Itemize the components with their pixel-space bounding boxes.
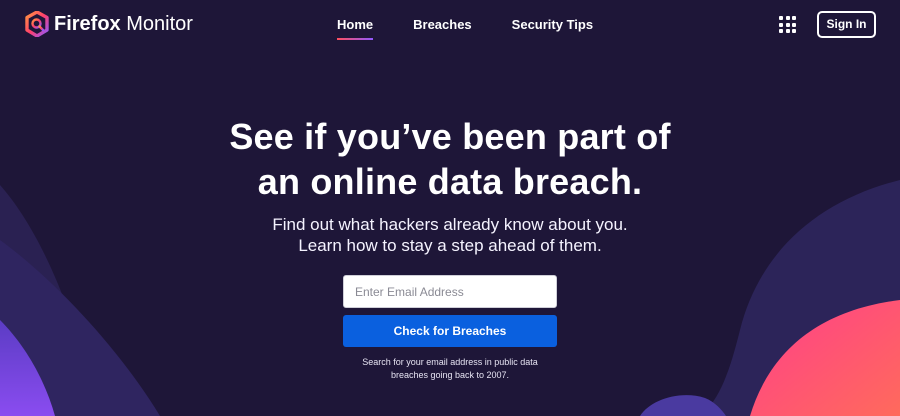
grid-icon[interactable] — [779, 16, 796, 33]
top-nav-bar: Firefox Monitor Home Breaches Security T… — [0, 0, 900, 50]
hero-headline: See if you’ve been part of an online dat… — [0, 114, 900, 204]
sign-in-button[interactable]: Sign In — [817, 11, 876, 38]
note-line-1: Search for your email address in public … — [362, 357, 538, 367]
firefox-monitor-logo[interactable]: Firefox Monitor — [25, 11, 193, 37]
logo-text: Firefox Monitor — [54, 11, 193, 37]
subheading-line-1: Find out what hackers already know about… — [272, 215, 628, 234]
email-input[interactable] — [343, 275, 557, 308]
search-note: Search for your email address in public … — [350, 356, 550, 382]
note-line-2: breaches going back to 2007. — [390, 370, 510, 380]
headline-line-2: an online data breach. — [257, 161, 643, 202]
main-nav: Home Breaches Security Tips — [337, 17, 593, 40]
background-art — [0, 180, 900, 416]
check-for-breaches-button[interactable]: Check for Breaches — [343, 315, 557, 347]
nav-security-tips[interactable]: Security Tips — [512, 17, 593, 33]
monitor-logo-icon — [25, 11, 49, 37]
logo-text-monitor: Monitor — [120, 13, 193, 35]
logo-text-firefox: Firefox — [54, 13, 121, 35]
nav-home[interactable]: Home — [337, 17, 374, 40]
subheading-line-2: Learn how to stay a step ahead of them. — [298, 236, 602, 255]
hero-subheading: Find out what hackers already know about… — [0, 214, 900, 256]
nav-breaches[interactable]: Breaches — [413, 17, 472, 33]
headline-line-1: See if you’ve been part of — [229, 116, 671, 157]
